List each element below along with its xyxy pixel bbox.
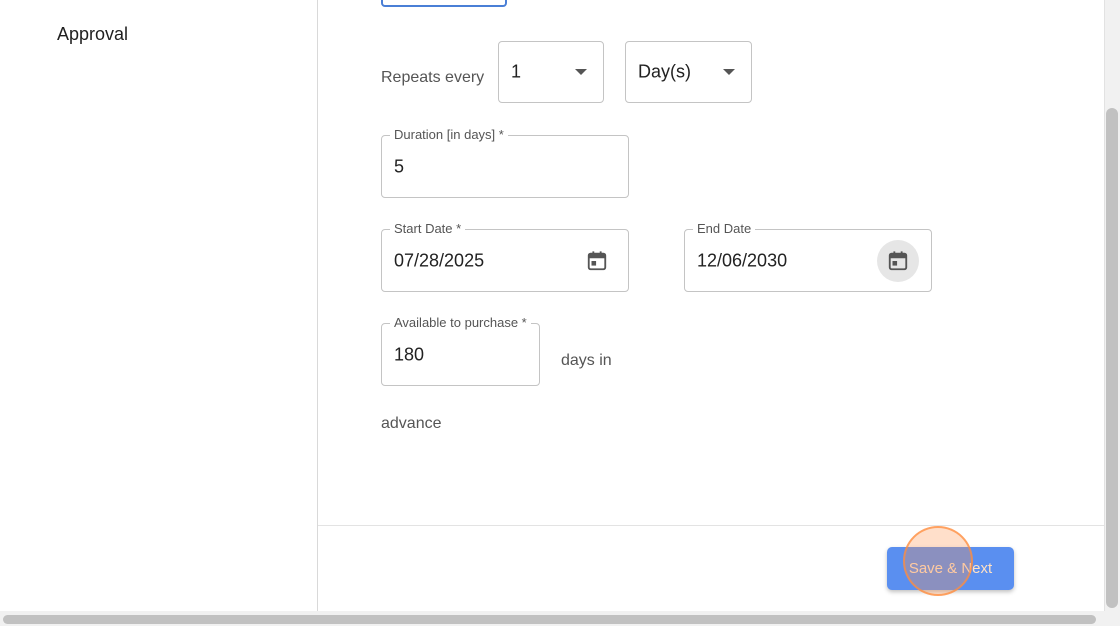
repeat-count-value: 1 (511, 61, 522, 82)
form-panel: Repeats every 1 Day(s) Duration [in days… (318, 0, 1104, 611)
end-date-field[interactable]: End Date 12/06/2030 (684, 221, 932, 292)
partial-top-button[interactable] (381, 0, 507, 7)
repeat-unit-select[interactable]: Day(s) (625, 41, 752, 103)
vertical-scrollbar-thumb[interactable] (1106, 108, 1118, 608)
horizontal-scrollbar-thumb[interactable] (3, 615, 1096, 624)
duration-field[interactable]: Duration [in days] * 5 (381, 127, 629, 198)
repeat-unit-value: Day(s) (638, 61, 691, 82)
advance-label: advance (381, 415, 442, 432)
end-date-value: 12/06/2030 (697, 250, 788, 270)
sidebar: Approval (0, 0, 318, 611)
chevron-down-icon (723, 69, 735, 75)
start-date-value: 07/28/2025 (394, 250, 485, 270)
available-to-purchase-value: 180 (394, 344, 425, 364)
duration-label: Duration [in days] * (390, 127, 508, 142)
available-to-purchase-label: Available to purchase * (390, 315, 531, 330)
end-date-picker-button[interactable] (877, 239, 919, 282)
sidebar-item-approval[interactable]: Approval (57, 24, 128, 45)
repeat-count-select[interactable]: 1 (498, 41, 604, 103)
save-next-button[interactable]: Save & Next (887, 547, 1014, 590)
calendar-icon[interactable] (586, 250, 608, 272)
days-in-label: days in (561, 352, 612, 369)
available-to-purchase-field[interactable]: Available to purchase * 180 (381, 315, 540, 386)
calendar-icon (888, 250, 908, 270)
repeats-every-label: Repeats every (381, 69, 485, 86)
chevron-down-icon (575, 69, 587, 75)
start-date-field[interactable]: Start Date * 07/28/2025 (381, 221, 629, 292)
duration-value: 5 (394, 156, 405, 176)
footer-divider (318, 525, 1104, 526)
start-date-label: Start Date * (390, 221, 466, 236)
end-date-label: End Date (693, 221, 756, 236)
